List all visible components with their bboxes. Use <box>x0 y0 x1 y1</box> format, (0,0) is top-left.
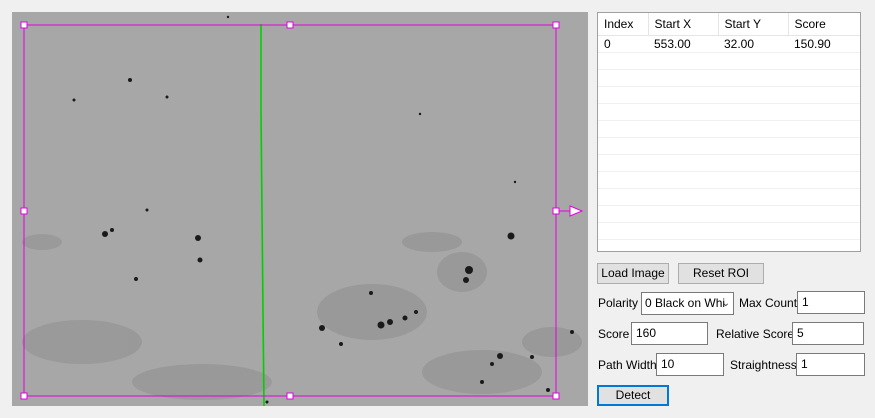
chevron-down-icon[interactable]: ⌄ <box>722 293 730 314</box>
cell-index: 0 <box>598 35 648 53</box>
score-input[interactable]: 160 <box>631 322 708 345</box>
roi-handle-top-left[interactable] <box>20 21 28 29</box>
empty-row <box>598 171 860 189</box>
empty-row <box>598 52 860 70</box>
detect-button[interactable]: Detect <box>597 385 669 406</box>
image-canvas[interactable] <box>12 12 588 406</box>
empty-row <box>598 222 860 240</box>
table-header-row: Index Start X Start Y Score <box>598 13 860 36</box>
cell-score: 150.90 <box>788 35 860 53</box>
empty-row <box>598 69 860 87</box>
empty-row <box>598 137 860 155</box>
column-header-index[interactable]: Index <box>598 13 649 36</box>
empty-row <box>598 154 860 172</box>
table-row[interactable]: 0 553.00 32.00 150.90 <box>598 35 860 53</box>
cell-start-y: 32.00 <box>718 35 788 53</box>
straightness-label: Straightness <box>730 358 797 372</box>
results-table[interactable]: Index Start X Start Y Score 0 553.00 32.… <box>597 12 861 252</box>
roi-handle-bottom-right[interactable] <box>552 392 560 400</box>
relative-score-label: Relative Score <box>716 327 795 341</box>
max-count-label: Max Count <box>739 296 798 310</box>
column-header-start-x[interactable]: Start X <box>648 13 719 36</box>
path-width-label: Path Width <box>598 358 657 372</box>
polarity-select[interactable]: 0 Black on Whi ⌄ <box>641 292 734 315</box>
column-header-score[interactable]: Score <box>788 13 860 36</box>
path-width-input[interactable]: 10 <box>656 353 724 376</box>
straightness-input[interactable]: 1 <box>796 353 865 376</box>
image-viewer[interactable] <box>12 12 588 406</box>
polarity-label: Polarity <box>598 296 639 310</box>
roi-handle-middle-right[interactable] <box>552 207 560 215</box>
empty-row <box>598 103 860 121</box>
empty-row <box>598 205 860 223</box>
reset-roi-button[interactable]: Reset ROI <box>678 263 764 284</box>
polarity-value: 0 Black on Whi <box>645 296 726 310</box>
empty-row <box>598 188 860 206</box>
empty-row <box>598 120 860 138</box>
roi-handle-bottom-left[interactable] <box>20 392 28 400</box>
column-header-start-y[interactable]: Start Y <box>718 13 789 36</box>
max-count-input[interactable]: 1 <box>797 291 865 314</box>
roi-handle-top-middle[interactable] <box>286 21 294 29</box>
roi-handle-middle-left[interactable] <box>20 207 28 215</box>
roi-handle-top-right[interactable] <box>552 21 560 29</box>
load-image-button[interactable]: Load Image <box>597 263 669 284</box>
relative-score-input[interactable]: 5 <box>792 322 864 345</box>
empty-row <box>598 86 860 104</box>
roi-handle-bottom-middle[interactable] <box>286 392 294 400</box>
score-label: Score <box>598 327 630 341</box>
cell-start-x: 553.00 <box>648 35 718 53</box>
